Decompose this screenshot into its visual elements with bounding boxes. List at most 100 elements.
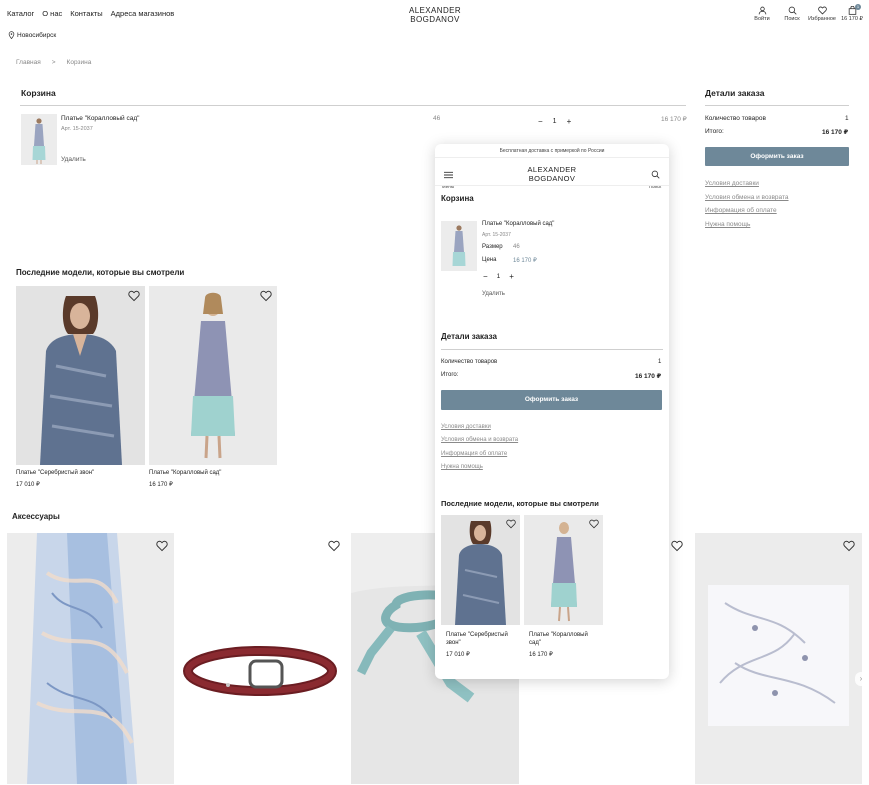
mobile-qty-stepper: − 1 + xyxy=(483,272,514,282)
mobile-preview: Бесплатная доставка с примеркой по Росси… xyxy=(435,144,669,679)
qty-increase-button[interactable]: + xyxy=(567,117,572,127)
city-label: Новосибирск xyxy=(17,31,57,39)
favorite-heart-icon[interactable] xyxy=(128,290,140,302)
favorites-button[interactable]: Избранное xyxy=(807,6,837,22)
heart-icon xyxy=(817,6,827,15)
mobile-order-title: Детали заказа xyxy=(441,332,497,341)
cart-total-label: 16 170 ₽ xyxy=(841,16,863,22)
mobile-total-value: 16 170 ₽ xyxy=(635,373,662,380)
location-pin-icon xyxy=(8,31,15,39)
cart-item-size: 46 xyxy=(433,115,441,122)
mobile-link-payment[interactable]: Информация об оплате xyxy=(441,451,507,457)
cart-qty-stepper: − 1 + xyxy=(538,117,571,127)
kerchief-photo xyxy=(695,533,862,784)
favorite-heart-icon[interactable] xyxy=(506,519,516,529)
carousel-next-button[interactable]: › xyxy=(855,672,867,686)
cart-item-image[interactable] xyxy=(21,114,57,165)
mobile-qty-increase-button[interactable]: + xyxy=(509,272,514,282)
mobile-recent-name-2-line-2: сад" xyxy=(529,640,541,646)
mobile-link-help[interactable]: Нужна помощь xyxy=(441,464,483,470)
cart-item-article: Арт. 15-2037 xyxy=(61,126,93,132)
mobile-checkout-button[interactable]: Оформить заказ xyxy=(441,390,662,410)
order-count-label: Количество товаров xyxy=(705,115,766,122)
model-photo-2 xyxy=(524,515,603,625)
accessory-card-scarf[interactable] xyxy=(7,533,174,784)
favorite-heart-icon[interactable] xyxy=(843,540,855,552)
model-photo-1 xyxy=(16,286,145,465)
link-delivery[interactable]: Условия доставки xyxy=(705,180,759,187)
cart-item-price: 16 170 ₽ xyxy=(661,116,687,123)
mobile-recent-name-1-line-1: Платье "Серебристый xyxy=(446,632,508,638)
link-returns[interactable]: Условия обмена и возврата xyxy=(705,194,789,201)
mobile-remove-button[interactable]: Удалить xyxy=(482,291,505,297)
mobile-recent-name-1[interactable]: Платье "Серебристый звон" xyxy=(446,631,508,647)
recent-card-price-2: 16 170 ₽ xyxy=(149,482,173,488)
mobile-header-divider xyxy=(435,185,669,186)
user-icon xyxy=(758,6,766,15)
mobile-link-returns[interactable]: Условия обмена и возврата xyxy=(441,437,518,443)
recent-card-image-2[interactable] xyxy=(149,286,277,465)
search-icon xyxy=(788,6,797,15)
search-icon xyxy=(651,170,660,179)
hamburger-icon xyxy=(443,171,453,179)
mobile-price-value: 16 170 ₽ xyxy=(513,258,537,264)
scarf-photo xyxy=(7,533,174,784)
mobile-count-value: 1 xyxy=(658,359,662,365)
link-payment[interactable]: Информация об оплате xyxy=(705,207,777,214)
mobile-qty-value: 1 xyxy=(496,273,501,280)
cart-title: Корзина xyxy=(21,88,56,98)
mobile-recent-card-image-2[interactable] xyxy=(524,515,603,625)
order-count-value: 1 xyxy=(845,115,849,122)
header-actions: Войти Поиск Избранное 1 16 170 ₽ xyxy=(747,4,867,22)
search-button[interactable]: Поиск xyxy=(777,6,807,22)
login-button[interactable]: Войти xyxy=(747,6,777,22)
logo-line-2: BOGDANOV xyxy=(410,15,460,24)
favorite-heart-icon[interactable] xyxy=(156,540,168,552)
accessories-title: Аксессуары xyxy=(12,512,60,521)
order-total-label: Итого: xyxy=(705,128,724,135)
cart-item-remove[interactable]: Удалить xyxy=(61,156,86,163)
cart-item-name[interactable]: Платье "Коралловый сад" xyxy=(61,115,139,122)
mobile-cart-item-name[interactable]: Платье "Коралловый сад" xyxy=(482,221,554,227)
qty-value: 1 xyxy=(552,118,557,125)
mobile-price-label: Цена xyxy=(482,257,497,263)
login-label: Войти xyxy=(754,16,770,22)
favorite-heart-icon[interactable] xyxy=(589,519,599,529)
favorite-heart-icon[interactable] xyxy=(260,290,272,302)
dress-image xyxy=(21,114,57,165)
mobile-cart-item-image[interactable] xyxy=(441,221,477,271)
nav-catalog[interactable]: Каталог xyxy=(7,9,34,18)
accessory-card-belt[interactable] xyxy=(178,533,346,784)
accessory-card-kerchief[interactable] xyxy=(695,533,862,784)
cart-button[interactable]: 1 16 170 ₽ xyxy=(837,4,867,22)
favorite-heart-icon[interactable] xyxy=(328,540,340,552)
order-divider xyxy=(705,105,849,106)
qty-decrease-button[interactable]: − xyxy=(538,117,543,127)
breadcrumb-home[interactable]: Главная xyxy=(16,59,41,66)
mobile-recent-card-image-1[interactable] xyxy=(441,515,520,625)
mobile-qty-decrease-button[interactable]: − xyxy=(483,272,488,282)
mobile-count-label: Количество товаров xyxy=(441,359,498,365)
mobile-total-label: Итого: xyxy=(441,372,459,378)
link-help[interactable]: Нужна помощь xyxy=(705,221,750,228)
city-selector[interactable]: Новосибирск xyxy=(8,31,56,39)
mobile-cart-item-article: Арт. 15-2037 xyxy=(482,232,511,238)
mobile-logo[interactable]: ALEXANDER BOGDANOV xyxy=(517,165,587,183)
nav-stores[interactable]: Адреса магазинов xyxy=(111,9,175,18)
recent-title: Последние модели, которые вы смотрели xyxy=(16,268,185,277)
logo-line-1: ALEXANDER xyxy=(408,6,462,15)
mobile-link-delivery[interactable]: Условия доставки xyxy=(441,424,491,430)
recent-card-name-1[interactable]: Платье "Серебристый звон" xyxy=(16,470,94,476)
recent-card-image-1[interactable] xyxy=(16,286,145,465)
site-logo[interactable]: ALEXANDER BOGDANOV xyxy=(400,6,470,24)
recent-card-name-2[interactable]: Платье "Коралловый сад" xyxy=(149,470,221,476)
breadcrumb-separator: > xyxy=(51,59,56,66)
favorite-heart-icon[interactable] xyxy=(671,540,683,552)
breadcrumb: Главная > Корзина xyxy=(16,59,91,66)
nav-about[interactable]: О нас xyxy=(42,9,62,18)
mobile-recent-name-2[interactable]: Платье "Коралловый сад" xyxy=(529,631,588,647)
mobile-size-label: Размер xyxy=(482,244,503,250)
nav-contacts[interactable]: Контакты xyxy=(70,9,102,18)
checkout-button[interactable]: Оформить заказ xyxy=(705,147,849,166)
breadcrumb-current: Корзина xyxy=(66,59,92,66)
